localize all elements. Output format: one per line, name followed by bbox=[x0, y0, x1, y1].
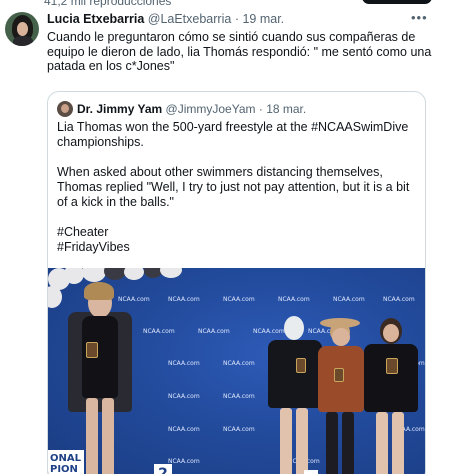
tweet-header: Lucia Etxebarria @LaEtxebarria · 19 mar. bbox=[47, 12, 447, 28]
banner-line-1: ONAL bbox=[50, 453, 81, 464]
ncaa-logo-text: NCAA.com bbox=[168, 426, 200, 433]
championship-banner: ONAL PION bbox=[48, 450, 84, 474]
ncaa-logo-text: NCAA.com bbox=[168, 360, 200, 367]
separator: · bbox=[234, 12, 239, 26]
previous-tweet-stats: 41,2 mil reproducciones bbox=[0, 0, 454, 8]
ncaa-logo-text: NCAA.com bbox=[278, 296, 310, 303]
trophy bbox=[334, 368, 344, 382]
quoted-author-handle: @JimmyJoeYam bbox=[165, 102, 256, 116]
ncaa-logo-text: NCAA.com bbox=[333, 296, 365, 303]
quoted-author-name: Dr. Jimmy Yam bbox=[77, 102, 163, 116]
quoted-date: 18 mar. bbox=[266, 102, 307, 116]
author-name[interactable]: Lucia Etxebarria bbox=[47, 12, 144, 26]
tweet-date[interactable]: 19 mar. bbox=[242, 12, 284, 26]
ncaa-logo-text: NCAA.com bbox=[168, 458, 200, 465]
podium-photo[interactable]: NCAA.com NCAA.com NCAA.com NCAA.com NCAA… bbox=[48, 268, 425, 474]
quoted-header: Dr. Jimmy Yam @JimmyJoeYam · 18 mar. bbox=[77, 102, 306, 116]
ncaa-logo-text: NCAA.com bbox=[223, 426, 255, 433]
trophy bbox=[296, 358, 306, 373]
quoted-avatar[interactable] bbox=[57, 101, 73, 117]
podium-number: 2 bbox=[154, 464, 172, 474]
ncaa-logo-text: NCAA.com bbox=[223, 360, 255, 367]
podium-block bbox=[304, 470, 318, 474]
swimmer-4 bbox=[362, 318, 420, 474]
separator: · bbox=[258, 102, 263, 116]
hashtag-cheater[interactable]: #Cheater bbox=[57, 225, 417, 240]
trophy bbox=[86, 342, 98, 358]
swimmer-3 bbox=[316, 318, 366, 474]
views-count: 41,2 mil reproducciones bbox=[44, 0, 172, 8]
quoted-paragraph-2: When asked about other swimmers distanci… bbox=[57, 165, 410, 209]
ncaa-logo-text: NCAA.com bbox=[168, 393, 200, 400]
ncaa-logo-text: NCAA.com bbox=[383, 296, 415, 303]
ncaa-logo-text: NCAA.com bbox=[198, 328, 230, 335]
hashtag-fridayvibes[interactable]: #FridayVibes bbox=[57, 240, 417, 255]
quoted-text: Lia Thomas won the 500-yard freestyle at… bbox=[57, 120, 417, 255]
swimmer-1 bbox=[66, 282, 136, 474]
quoted-tweet[interactable]: Dr. Jimmy Yam @JimmyJoeYam · 18 mar. Lia… bbox=[47, 91, 426, 474]
action-button[interactable] bbox=[362, 0, 432, 4]
ncaa-logo-text: NCAA.com bbox=[168, 296, 200, 303]
banner-line-2: PION bbox=[50, 464, 78, 474]
ncaa-logo-text: NCAA.com bbox=[223, 393, 255, 400]
more-dots-icon[interactable]: ••• bbox=[411, 11, 429, 24]
tweet-text: Cuando le preguntaron cómo se sintió cua… bbox=[47, 30, 432, 73]
quoted-paragraph-1: Lia Thomas won the 500-yard freestyle at… bbox=[57, 120, 409, 149]
trophy bbox=[386, 358, 398, 374]
ncaa-logo-text: NCAA.com bbox=[143, 328, 175, 335]
author-handle[interactable]: @LaEtxebarria bbox=[148, 12, 232, 26]
avatar[interactable] bbox=[5, 12, 39, 46]
ncaa-logo-text: NCAA.com bbox=[223, 296, 255, 303]
